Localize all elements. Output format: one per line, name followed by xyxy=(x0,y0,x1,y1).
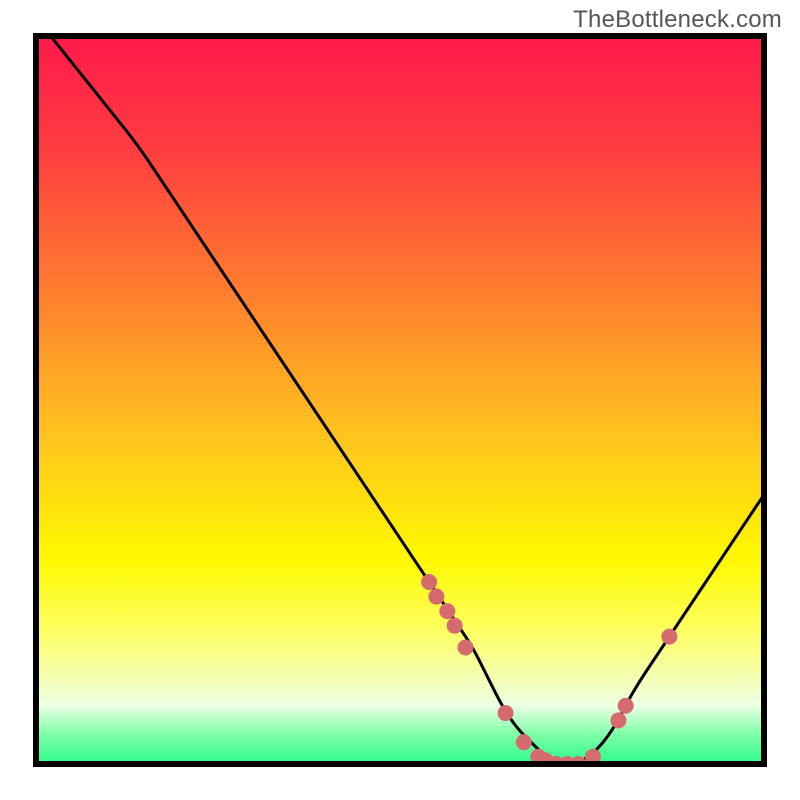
bottleneck-chart xyxy=(0,0,800,800)
watermark-text: TheBottleneck.com xyxy=(573,6,782,34)
data-point xyxy=(498,705,514,721)
data-point xyxy=(458,640,474,656)
data-point xyxy=(447,618,463,634)
data-point xyxy=(421,574,437,590)
data-point xyxy=(618,698,634,714)
data-point xyxy=(428,589,444,605)
data-point xyxy=(661,629,677,645)
data-point xyxy=(439,603,455,619)
data-point xyxy=(610,712,626,728)
chart-frame: TheBottleneck.com xyxy=(0,0,800,800)
data-point xyxy=(516,734,532,750)
gradient-background xyxy=(36,36,764,764)
